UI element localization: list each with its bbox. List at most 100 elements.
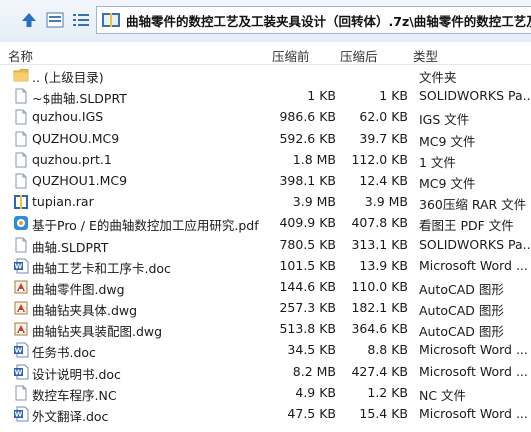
file-type: 看图王 PDF 文件 [419,218,514,234]
file-size: 3.9 MB [292,194,336,210]
file-size: 1.8 MB [292,151,336,167]
file-icon [13,88,29,104]
file-type: NC 文件 [419,387,467,403]
list-item[interactable]: ~$曲轴.SLDPRT 1 KB 1 KB SOLIDWORKS Pa... [0,85,531,106]
file-type: AutoCAD 图形 [419,324,504,340]
path-bar[interactable]: 曲轴零件的数控工艺及工装夹具设计（回转体）.7z\曲轴零件的数控工艺及工装夹 [96,6,531,34]
list-item[interactable]: 曲轴钻夹具装配图.dwg 513.8 KB 364.6 KB AutoCAD 图形 [0,318,531,339]
path-text: 曲轴零件的数控工艺及工装夹具设计（回转体）.7z\曲轴零件的数控工艺及工装夹 [126,13,531,29]
file-list: .. (上级目录) 文件夹 ~$曲轴.SLDPRT 1 KB 1 KB SOLIDWOR… [0,64,531,424]
file-type: MC9 文件 [419,133,476,149]
list-item[interactable]: W 曲轴工艺卡和工序卡.doc 101.5 KB 13.9 KB Microsoft W… [0,255,531,276]
svg-text:W: W [15,411,23,419]
file-packed-size: 182.1 KB [351,300,408,316]
file-icon [13,385,29,401]
file-type: 1 文件 [419,154,456,170]
file-name: quzhou.prt.1 [32,151,112,167]
dwg-icon [13,300,29,316]
file-type: Microsoft Word ... [419,406,528,421]
file-packed-size: 364.6 KB [351,321,408,337]
file-size: 144.6 KB [279,278,336,294]
word-icon: W [13,258,29,274]
file-packed-size: 13.9 KB [359,257,408,273]
list-item[interactable]: 曲轴零件图.dwg 144.6 KB 110.0 KB AutoCAD 图形 [0,276,531,297]
column-size[interactable]: 压缩前 [272,46,310,65]
file-packed-size: 8.8 KB [367,342,408,358]
file-icon [13,152,29,168]
file-type: AutoCAD 图形 [419,303,504,319]
file-packed-size: 427.4 KB [351,363,408,379]
list-item[interactable]: quzhou.IGS 986.6 KB 62.0 KB IGS 文件 [0,106,531,127]
file-packed-size: 15.4 KB [359,406,408,421]
file-name: QUZHOU1.MC9 [32,172,128,188]
file-type: AutoCAD 图形 [419,281,504,297]
column-type[interactable]: 类型 [413,46,438,65]
file-packed-size: 62.0 KB [359,109,408,125]
up-arrow-icon[interactable] [18,9,40,31]
folder-icon [13,67,29,83]
dwg-icon [13,279,29,295]
file-size: 257.3 KB [279,300,336,316]
file-type: IGS 文件 [419,112,470,128]
svg-text:W: W [15,368,23,376]
word-icon: W [13,342,29,358]
file-icon [13,237,29,253]
file-size: 513.8 KB [279,321,336,337]
file-size: 398.1 KB [279,172,336,188]
file-name: 曲轴.SLDPRT [32,239,109,255]
file-size: 409.9 KB [279,215,336,231]
list-item[interactable]: W 任务书.doc 34.5 KB 8.8 KB Microsoft Word ... [0,339,531,360]
list-item[interactable]: 曲轴钻夹具体.dwg 257.3 KB 182.1 KB AutoCAD 图形 [0,297,531,318]
file-size: 780.5 KB [279,236,336,252]
file-size: 4.9 KB [295,384,336,400]
view-icon[interactable] [44,9,66,31]
file-name: 曲轴工艺卡和工序卡.doc [32,260,171,276]
file-name: 任务书.doc [32,345,96,361]
file-size: 34.5 KB [287,342,336,358]
pdf-icon [13,215,29,231]
file-name: quzhou.IGS [32,109,104,125]
file-name: 设计说明书.doc [32,366,121,382]
file-size: 47.5 KB [287,406,336,421]
list-item[interactable]: 基于Pro / E的曲轴数控加工应用研究.pdf 409.9 KB 407.8 KB… [0,212,531,233]
file-size: 101.5 KB [279,257,336,273]
file-type: Microsoft Word ... [419,257,528,273]
list-item[interactable]: W 设计说明书.doc 8.2 MB 427.4 KB Microsoft Word .… [0,361,531,382]
file-packed-size: 39.7 KB [359,130,408,146]
file-type: SOLIDWORKS Pa... [419,88,531,104]
file-type: Microsoft Word ... [419,342,528,358]
list-item[interactable]: W 外文翻译.doc 47.5 KB 15.4 KB Microsoft Word ..… [0,403,531,424]
file-name: ~$曲轴.SLDPRT [32,91,127,107]
file-packed-size: 313.1 KB [351,236,408,252]
list-item[interactable]: 数控车程序.NC 4.9 KB 1.2 KB NC 文件 [0,382,531,403]
file-type: 文件夹 [419,70,457,85]
file-name: tupian.rar [32,194,94,210]
file-size: 986.6 KB [279,109,336,125]
file-type: 360压缩 RAR 文件 [419,197,527,213]
file-name: 曲轴钻夹具装配图.dwg [32,324,163,340]
rar-icon [13,194,29,210]
file-size: 592.6 KB [279,130,336,146]
file-packed-size: 12.4 KB [359,172,408,188]
list-item[interactable]: QUZHOU.MC9 592.6 KB 39.7 KB MC9 文件 [0,128,531,149]
file-name: .. (上级目录) [32,70,104,85]
list-item[interactable]: QUZHOU1.MC9 398.1 KB 12.4 KB MC9 文件 [0,170,531,191]
file-packed-size: 110.0 KB [351,278,408,294]
svg-text:W: W [15,347,23,355]
file-packed-size: 1.2 KB [367,384,408,400]
list-item[interactable]: .. (上级目录) 文件夹 [0,64,531,85]
list-icon[interactable] [70,9,92,31]
file-name: 曲轴零件图.dwg [32,281,125,297]
file-name: 曲轴钻夹具体.dwg [32,303,138,319]
list-item[interactable]: 曲轴.SLDPRT 780.5 KB 313.1 KB SOLIDWORKS Pa..… [0,234,531,255]
file-size: 8.2 MB [292,363,336,379]
dwg-icon [13,321,29,337]
file-name: 基于Pro / E的曲轴数控加工应用研究.pdf [32,218,259,234]
column-packed[interactable]: 压缩后 [340,46,378,65]
list-item[interactable]: tupian.rar 3.9 MB 3.9 MB 360压缩 RAR 文件 [0,191,531,212]
file-packed-size: 1 KB [379,88,408,104]
word-icon: W [13,364,29,380]
column-name[interactable]: 名称 [8,46,33,65]
list-item[interactable]: quzhou.prt.1 1.8 MB 112.0 KB 1 文件 [0,149,531,170]
file-packed-size: 3.9 MB [364,194,408,210]
